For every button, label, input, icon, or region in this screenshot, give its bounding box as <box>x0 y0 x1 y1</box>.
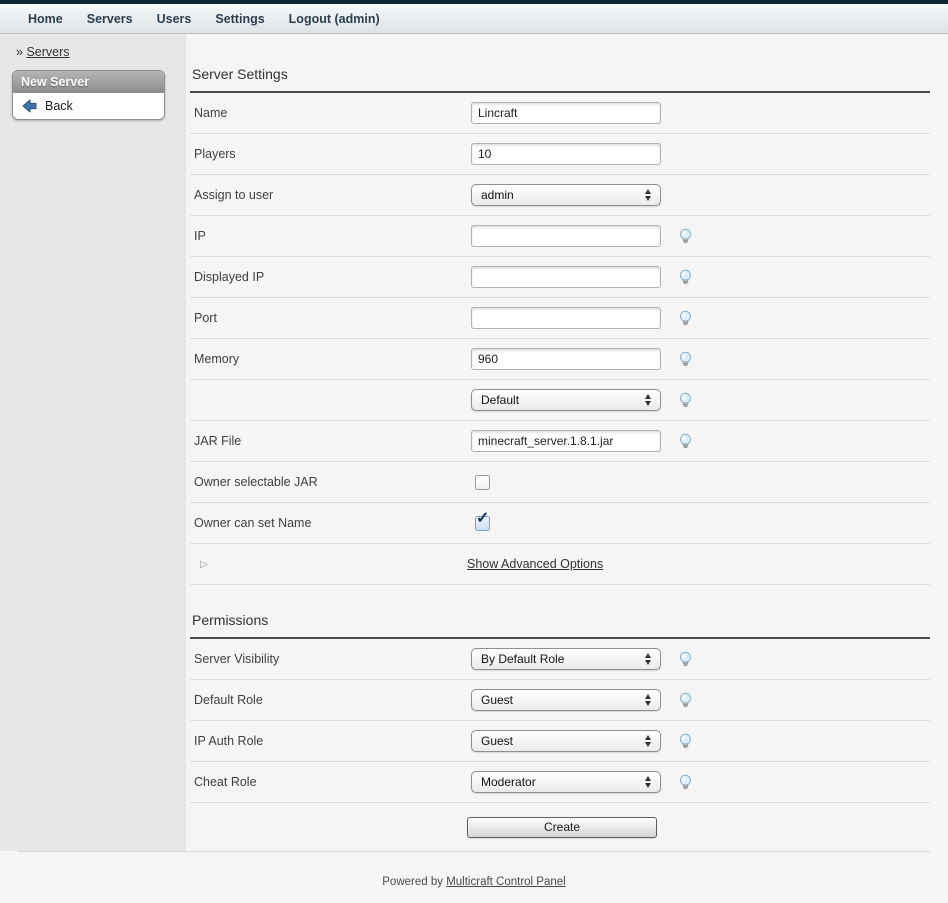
server-visibility-select[interactable]: By Default Role <box>471 648 661 670</box>
section-title-permissions: Permissions <box>190 612 930 628</box>
nav-item-logout-admin[interactable]: Logout (admin) <box>289 12 380 26</box>
breadcrumb-servers-link[interactable]: Servers <box>26 45 69 59</box>
field-label-default-role: Default Role <box>190 693 471 707</box>
select-arrows-icon <box>645 776 651 788</box>
players-input[interactable] <box>471 143 661 165</box>
field-label-ip-auth-role: IP Auth Role <box>190 734 471 748</box>
help-bulb-icon[interactable] <box>678 774 693 790</box>
back-label: Back <box>45 99 73 113</box>
port-input[interactable] <box>471 307 661 329</box>
help-bulb-icon[interactable] <box>678 692 693 708</box>
field-label-port: Port <box>190 311 471 325</box>
selected-value: Moderator <box>481 775 536 789</box>
select-arrows-icon <box>645 189 651 201</box>
breadcrumb: » Servers <box>0 34 186 59</box>
breadcrumb-prefix: » <box>16 45 23 59</box>
form-row: ▷Show Advanced Options <box>190 544 930 585</box>
select-arrows-icon <box>645 394 651 406</box>
checkmark-icon: ✓ <box>476 511 489 527</box>
multicraft-link[interactable]: Multicraft Control Panel <box>446 876 566 888</box>
back-arrow-icon <box>21 98 38 114</box>
assign-to-user-select[interactable]: admin <box>471 184 661 206</box>
new-server-panel: New Server Back <box>12 70 165 120</box>
owner-can-set-name-checkbox[interactable]: ✓ <box>475 516 490 531</box>
field-label-displayed-ip: Displayed IP <box>190 270 471 284</box>
selected-value: admin <box>481 188 514 202</box>
field-label-owner-selectable-jar: Owner selectable JAR <box>190 475 471 489</box>
form-row-cheat-role: Cheat Role Moderator <box>190 762 930 803</box>
selected-value: Guest <box>481 693 513 707</box>
form-row-memory: Memory <box>190 339 930 380</box>
field-label-owner-can-set-name: Owner can set Name <box>190 516 471 530</box>
help-bulb-icon[interactable] <box>678 310 693 326</box>
nav-item-home[interactable]: Home <box>28 12 63 26</box>
ip-auth-role-select[interactable]: Guest <box>471 730 661 752</box>
owner-selectable-jar-checkbox[interactable] <box>475 475 490 490</box>
form-row-default-role: Default Role Guest <box>190 680 930 721</box>
default-role-select[interactable]: Guest <box>471 689 661 711</box>
help-bulb-icon[interactable] <box>678 733 693 749</box>
panel-title: New Server <box>13 71 164 93</box>
sidebar-column: » Servers New Server Back <box>0 34 186 851</box>
nav-item-servers[interactable]: Servers <box>87 12 133 26</box>
form-row-server-visibility: Server Visibility By Default Role <box>190 639 930 680</box>
form-row-ip-auth-role: IP Auth Role Guest <box>190 721 930 762</box>
jar-file-input[interactable] <box>471 430 661 452</box>
field-label-jar-file: JAR File <box>190 434 471 448</box>
help-bulb-icon[interactable] <box>678 433 693 449</box>
field-label-cheat-role: Cheat Role <box>190 775 471 789</box>
help-bulb-icon[interactable] <box>678 351 693 367</box>
advanced-toggle-icon: ▷ <box>200 559 467 570</box>
selected-value: Guest <box>481 734 513 748</box>
select-arrows-icon <box>645 735 651 747</box>
help-bulb-icon[interactable] <box>678 269 693 285</box>
main-navbar: Home Servers Users Settings Logout (admin) <box>0 4 948 34</box>
memory-input[interactable] <box>471 348 661 370</box>
field-label-players: Players <box>190 147 471 161</box>
select-arrows-icon <box>645 694 651 706</box>
show-advanced-options-link[interactable]: Show Advanced Options <box>467 557 603 571</box>
form-row-port: Port <box>190 298 930 339</box>
form-row-jar-file: JAR File <box>190 421 930 462</box>
field-label-ip: IP <box>190 229 471 243</box>
ip-input[interactable] <box>471 225 661 247</box>
field-label-assign-to-user: Assign to user <box>190 188 471 202</box>
help-bulb-icon[interactable] <box>678 228 693 244</box>
form-row-displayed-ip: Displayed IP <box>190 257 930 298</box>
nav-item-users[interactable]: Users <box>157 12 192 26</box>
cheat-role-select[interactable]: Moderator <box>471 771 661 793</box>
create-button[interactable]: Create <box>467 817 657 838</box>
create-button-row: Create <box>190 803 930 851</box>
nav-item-settings[interactable]: Settings <box>215 12 264 26</box>
form-row-name: Name <box>190 93 930 134</box>
displayed-ip-input[interactable] <box>471 266 661 288</box>
footer: Powered by Multicraft Control Panel <box>18 851 930 888</box>
form-row-owner-selectable-jar: Owner selectable JAR <box>190 462 930 503</box>
default-select[interactable]: Default <box>471 389 661 411</box>
form-row: Default <box>190 380 930 421</box>
help-bulb-icon[interactable] <box>678 392 693 408</box>
form-row-assign-to-user: Assign to user admin <box>190 175 930 216</box>
field-label-server-visibility: Server Visibility <box>190 652 471 666</box>
back-button[interactable]: Back <box>13 93 164 119</box>
form-column: Server Settings Name Players Assign to user… <box>186 34 948 851</box>
selected-value: Default <box>481 393 519 407</box>
content-area: » Servers New Server Back Server Setting… <box>0 34 948 851</box>
field-label-memory: Memory <box>190 352 471 366</box>
field-label-name: Name <box>190 106 471 120</box>
section-title-server-settings: Server Settings <box>190 66 930 82</box>
help-bulb-icon[interactable] <box>678 651 693 667</box>
form-row-players: Players <box>190 134 930 175</box>
name-input[interactable] <box>471 102 661 124</box>
form-row-ip: IP <box>190 216 930 257</box>
powered-by-label: Powered by <box>382 876 443 888</box>
form-row-owner-can-set-name: Owner can set Name ✓ <box>190 503 930 544</box>
footer-text: Powered by Multicraft Control Panel <box>18 852 930 888</box>
select-arrows-icon <box>645 653 651 665</box>
selected-value: By Default Role <box>481 652 564 666</box>
